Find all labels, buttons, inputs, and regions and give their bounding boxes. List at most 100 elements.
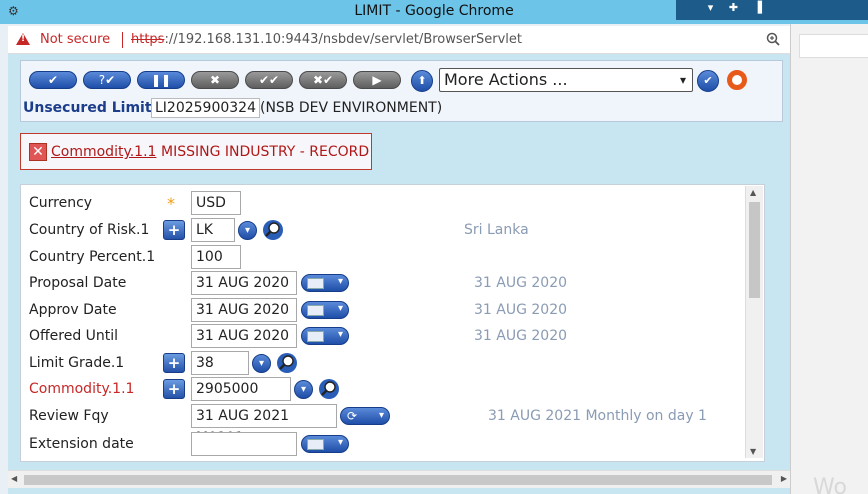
- search-icon[interactable]: [262, 219, 284, 241]
- check-icon: ✔: [703, 74, 713, 87]
- page-horizontal-scrollbar[interactable]: ◀ ▶: [8, 470, 790, 488]
- calendar-button[interactable]: ▾: [301, 301, 349, 319]
- offered-until-label: Offered Until: [29, 328, 119, 344]
- security-label[interactable]: Not secure: [40, 32, 110, 47]
- extension-date-input[interactable]: [191, 432, 297, 456]
- page-content: ✔ ?✔ ❚❚ ✖ ✔✔ ✖✔ ▶ ⬆ More Actions ... ▾ ✔…: [8, 54, 790, 494]
- validate-button[interactable]: ✔: [29, 71, 77, 89]
- scroll-thumb[interactable]: [749, 202, 760, 298]
- watermark-text: Wo: [813, 475, 847, 494]
- calendar-button[interactable]: ▾: [301, 435, 349, 453]
- row-country-percent: Country Percent.1 100: [21, 245, 746, 269]
- up-button[interactable]: ⬆: [411, 70, 433, 92]
- question-check-icon: ?✔: [98, 73, 116, 87]
- extension-date-label: Extension date: [29, 436, 134, 452]
- proposal-date-input[interactable]: 31 AUG 2020: [191, 271, 297, 295]
- help-lifebuoy-icon[interactable]: [727, 70, 747, 90]
- commodity-input[interactable]: 2905000: [191, 377, 291, 401]
- recurrence-icon: ⟳: [347, 409, 358, 423]
- chevron-down-icon: ▾: [337, 303, 343, 314]
- error-message-box: ✕ Commodity.1.1 MISSING INDUSTRY - RECOR…: [20, 133, 372, 170]
- play-icon: ▶: [372, 73, 382, 87]
- calendar-button[interactable]: ▾: [301, 327, 349, 345]
- required-star-icon: *: [167, 194, 175, 213]
- scroll-right-icon[interactable]: ▶: [781, 474, 787, 483]
- more-actions-value: More Actions ...: [444, 70, 568, 89]
- delete-button[interactable]: ✖: [191, 71, 239, 89]
- address-separator: [122, 32, 123, 48]
- search-icon[interactable]: [318, 378, 340, 400]
- scroll-thumb[interactable]: [24, 475, 772, 485]
- approv-date-enrichment: 31 AUG 2020: [474, 302, 568, 318]
- error-message: MISSING INDUSTRY - RECORD: [161, 144, 370, 160]
- search-icon[interactable]: [276, 352, 298, 374]
- x-check-icon: ✖✔: [312, 73, 334, 87]
- go-button[interactable]: ✔: [697, 70, 719, 92]
- chevron-down-icon: ▾: [679, 73, 686, 87]
- approv-date-input[interactable]: 31 AUG 2020: [191, 298, 297, 322]
- zoom-icon[interactable]: [766, 32, 780, 46]
- row-offered-until: Offered Until 31 AUG 2020 ▾ 31 AUG 2020: [21, 324, 746, 348]
- expand-plus-icon[interactable]: +: [163, 220, 185, 240]
- review-fqy-input[interactable]: 31 AUG 2021 M0101: [191, 404, 337, 446]
- reverse-button[interactable]: ✖✔: [299, 71, 347, 89]
- country-of-risk-enrichment: Sri Lanka: [464, 222, 529, 238]
- limit-grade-input[interactable]: 38: [191, 351, 249, 375]
- proposal-date-label: Proposal Date: [29, 275, 127, 291]
- limit-grade-label: Limit Grade.1: [29, 355, 125, 371]
- authorise-button[interactable]: ✔✔: [245, 71, 293, 89]
- chevron-down-icon: ▾: [337, 437, 343, 448]
- url-rest: ://192.168.131.10:9443/nsbdev/servlet/Br…: [164, 32, 522, 47]
- calendar-icon: [307, 278, 324, 289]
- currency-input[interactable]: USD: [191, 191, 241, 215]
- row-limit-grade: Limit Grade.1 + 38 ▾: [21, 351, 746, 375]
- row-review-fqy: Review Fqy 31 AUG 2021 M0101 ⟳▾ 31 AUG 2…: [21, 404, 746, 446]
- review-fqy-label: Review Fqy: [29, 408, 109, 424]
- background-window: Wo: [790, 24, 868, 494]
- row-commodity: Commodity.1.1 + 2905000 ▾: [21, 377, 746, 401]
- url-text[interactable]: https://192.168.131.10:9443/nsbdev/servl…: [131, 32, 522, 47]
- scroll-left-icon[interactable]: ◀: [11, 474, 17, 483]
- error-field-link[interactable]: Commodity.1.1: [51, 144, 156, 160]
- double-check-icon: ✔✔: [258, 73, 280, 87]
- country-percent-input[interactable]: 100: [191, 245, 241, 269]
- calendar-button[interactable]: ▾: [301, 274, 349, 292]
- row-country-of-risk: Country of Risk.1 + LK ▾ Sri Lanka: [21, 218, 746, 242]
- chevron-down-icon: ▾: [337, 276, 343, 287]
- country-of-risk-label: Country of Risk.1: [29, 222, 150, 238]
- record-form: Currency * USD Country of Risk.1 + LK ▾ …: [20, 184, 765, 462]
- expand-plus-icon[interactable]: +: [163, 379, 185, 399]
- offered-until-input[interactable]: 31 AUG 2020: [191, 324, 297, 348]
- warning-icon: [16, 33, 30, 45]
- record-id: LI2025900324: [151, 98, 261, 118]
- row-currency: Currency * USD: [21, 191, 746, 215]
- scroll-down-icon[interactable]: ▼: [750, 447, 756, 456]
- expand-plus-icon[interactable]: +: [163, 353, 185, 373]
- country-of-risk-input[interactable]: LK: [191, 218, 235, 242]
- scroll-up-icon[interactable]: ▲: [750, 188, 756, 197]
- offered-until-enrichment: 31 AUG 2020: [474, 328, 568, 344]
- record-type-label: Unsecured Limit: [23, 100, 152, 116]
- tray-icons: ▾ ✚ ▐: [707, 1, 768, 14]
- more-actions-select[interactable]: More Actions ... ▾: [439, 68, 693, 92]
- next-button[interactable]: ▶: [353, 71, 401, 89]
- calendar-icon: [307, 305, 324, 316]
- calendar-icon: [307, 331, 324, 342]
- review-fqy-enrichment: 31 AUG 2021 Monthly on day 1: [488, 408, 707, 424]
- dropdown-icon[interactable]: ▾: [252, 354, 271, 373]
- environment-label: (NSB DEV ENVIRONMENT): [260, 100, 443, 116]
- address-bar[interactable]: Not secure https://192.168.131.10:9443/n…: [8, 26, 790, 54]
- hold-button[interactable]: ❚❚: [137, 71, 185, 89]
- frequency-button[interactable]: ⟳ ▾: [340, 407, 390, 425]
- row-proposal-date: Proposal Date 31 AUG 2020 ▾ 31 AUG 2020: [21, 271, 746, 295]
- pause-icon: ❚❚: [150, 73, 172, 87]
- dropdown-icon[interactable]: ▾: [294, 380, 313, 399]
- record-toolbar: ✔ ?✔ ❚❚ ✖ ✔✔ ✖✔ ▶ ⬆ More Actions ... ▾ ✔…: [20, 60, 783, 122]
- row-approv-date: Approv Date 31 AUG 2020 ▾ 31 AUG 2020: [21, 298, 746, 322]
- background-pane: [799, 34, 868, 58]
- taskbar-strip: ▾ ✚ ▐: [676, 0, 868, 20]
- chevron-down-icon: ▾: [337, 329, 343, 340]
- dropdown-icon[interactable]: ▾: [238, 221, 257, 240]
- commit-button[interactable]: ?✔: [83, 71, 131, 89]
- form-vertical-scrollbar[interactable]: ▲ ▼: [745, 186, 763, 458]
